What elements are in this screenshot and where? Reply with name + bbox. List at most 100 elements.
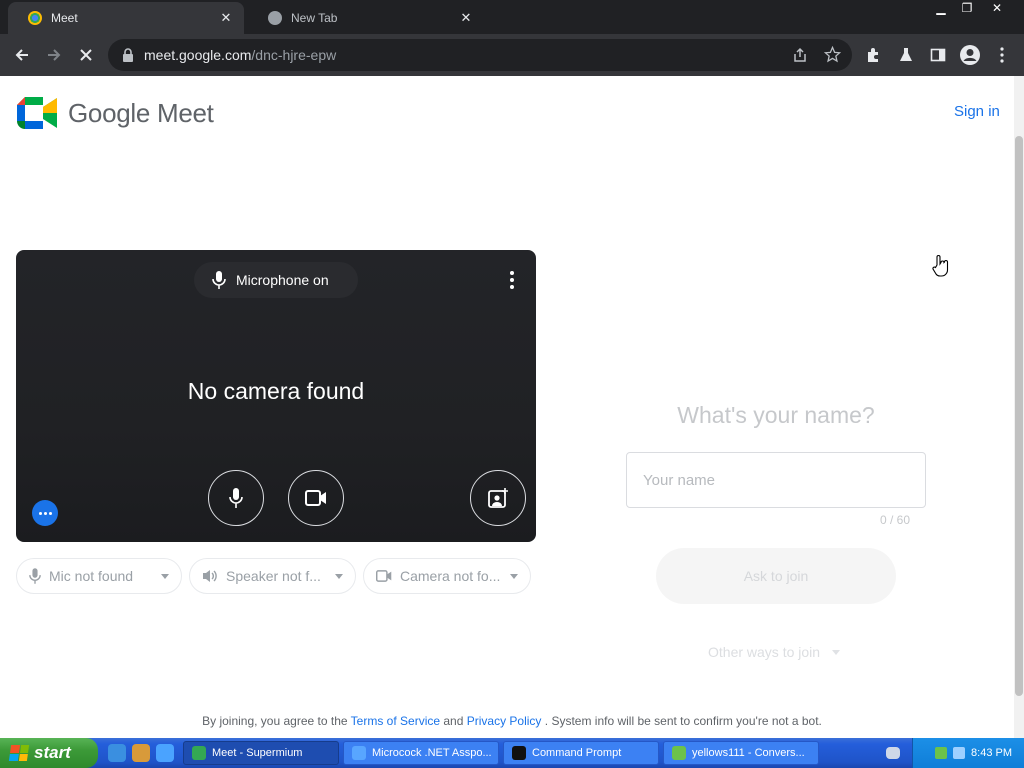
puzzle-icon xyxy=(868,48,878,62)
portrait-sparkle-icon xyxy=(488,488,508,508)
screen: Meet ✕ New Tab ✕ ▁ ❐ ✕ meet.google.com/d… xyxy=(0,0,1024,768)
labs-button[interactable] xyxy=(892,41,920,69)
chevron-down-icon xyxy=(161,574,169,579)
browser-quicklaunch-icon[interactable] xyxy=(156,744,174,762)
taskbar-item-command-prompt[interactable]: Command Prompt xyxy=(503,741,659,765)
messenger-icon xyxy=(672,746,686,760)
microphone-status-label: Microphone on xyxy=(236,272,329,288)
taskbar-item-label: Meet - Supermium xyxy=(212,747,303,759)
stop-button[interactable] xyxy=(72,41,100,69)
restore-icon[interactable]: ❐ xyxy=(954,0,980,18)
brand-name: Google Meet xyxy=(68,98,214,128)
camera-toggle-button[interactable] xyxy=(288,470,344,526)
url-path: /dnc-hjre-epw xyxy=(251,47,337,63)
meet-page: Google Meet Sign in Microphone on No cam… xyxy=(0,76,1024,738)
url-text: meet.google.com/dnc-hjre-epw xyxy=(144,47,336,63)
network-icon[interactable] xyxy=(935,747,948,759)
extensions-button[interactable] xyxy=(860,41,888,69)
ask-to-join-button[interactable]: Ask to join xyxy=(656,548,896,604)
start-button[interactable]: start xyxy=(0,738,98,768)
scrollbar-thumb[interactable] xyxy=(1015,136,1023,696)
microphone-toggle-button[interactable] xyxy=(208,470,264,526)
tab-meet[interactable]: Meet ✕ xyxy=(8,2,244,34)
browser-toolbar: meet.google.com/dnc-hjre-epw xyxy=(0,34,1024,76)
address-bar[interactable]: meet.google.com/dnc-hjre-epw xyxy=(108,39,852,71)
media-player-icon[interactable] xyxy=(132,744,150,762)
background-effects-button[interactable] xyxy=(470,470,526,526)
bookmark-star-icon[interactable] xyxy=(824,46,841,63)
avatar-icon xyxy=(960,45,980,65)
other-ways-label: Other ways to join xyxy=(708,644,821,660)
share-icon[interactable] xyxy=(792,47,808,63)
google-meet-logo-icon xyxy=(17,97,57,129)
taskbar-item-conversation[interactable]: yellows111 - Convers... xyxy=(663,741,819,765)
side-panel-button[interactable] xyxy=(924,41,952,69)
video-camera-icon xyxy=(305,490,326,506)
mic-device-label: Mic not found xyxy=(49,568,134,584)
globe-icon xyxy=(268,11,282,25)
page-scrollbar[interactable] xyxy=(1014,76,1024,738)
back-button[interactable] xyxy=(8,41,36,69)
flask-icon xyxy=(900,48,912,61)
terms-footer: By joining, you agree to the Terms of Se… xyxy=(0,714,1024,728)
back-arrow-icon xyxy=(15,49,28,61)
no-camera-message: No camera found xyxy=(187,378,365,404)
taskbar-item-label: yellows111 - Convers... xyxy=(692,747,805,759)
camera-device-select[interactable]: Camera not fo... xyxy=(363,558,531,594)
stop-loading-icon xyxy=(80,49,92,61)
close-tab-icon[interactable]: ✕ xyxy=(218,10,234,26)
side-panel-icon xyxy=(930,48,946,62)
internet-explorer-icon[interactable] xyxy=(108,744,126,762)
browser-menu-button[interactable] xyxy=(988,41,1016,69)
speaker-icon xyxy=(203,570,217,582)
hand-cursor-icon xyxy=(932,255,949,277)
close-window-icon[interactable]: ✕ xyxy=(984,0,1010,18)
system-tray: 8:43 PM xyxy=(912,738,1024,768)
camera-device-label: Camera not fo... xyxy=(400,568,501,584)
tab-title: New Tab xyxy=(291,11,338,25)
start-label: start xyxy=(34,743,71,762)
forward-button[interactable] xyxy=(40,41,68,69)
microphone-status-pill: Microphone on xyxy=(194,262,358,298)
windows-flag-icon xyxy=(8,745,30,761)
footer-suffix: . System info will be sent to confirm yo… xyxy=(544,714,822,728)
lock-icon xyxy=(123,48,133,62)
taskbar-item-dotnet[interactable]: Microcock .NET Asspo... xyxy=(343,741,499,765)
volume-icon[interactable] xyxy=(953,747,966,759)
browser-tab-strip: Meet ✕ New Tab ✕ ▁ ❐ ✕ xyxy=(0,0,1024,34)
chevron-down-icon xyxy=(335,574,343,579)
url-host: meet.google.com xyxy=(144,47,252,63)
command-prompt-icon xyxy=(512,746,526,760)
name-prompt-heading: What's your name? xyxy=(677,402,875,428)
tab-title: Meet xyxy=(51,11,78,25)
forward-arrow-icon xyxy=(48,49,61,61)
footer-and: and xyxy=(443,714,464,728)
other-ways-to-join[interactable]: Other ways to join xyxy=(708,644,841,660)
ie-icon xyxy=(352,746,366,760)
privacy-policy-link[interactable]: Privacy Policy xyxy=(467,714,542,728)
terms-of-service-link[interactable]: Terms of Service xyxy=(351,714,440,728)
visual-effects-icon[interactable] xyxy=(32,500,58,526)
keyboard-icon[interactable] xyxy=(886,747,900,759)
profile-button[interactable] xyxy=(956,41,984,69)
supermium-icon xyxy=(192,746,206,760)
video-camera-icon xyxy=(376,570,392,582)
footer-prefix: By joining, you agree to the xyxy=(202,714,348,728)
taskbar-item-label: Command Prompt xyxy=(532,747,622,759)
os-taskbar: start Meet - Supermium Microcock .NET As… xyxy=(0,738,1024,768)
kebab-menu-icon xyxy=(1000,47,1004,63)
meet-favicon-icon xyxy=(28,11,42,25)
speaker-device-label: Speaker not f... xyxy=(226,568,321,584)
minimize-icon[interactable]: ▁ xyxy=(928,0,954,18)
video-preview: Microphone on No camera found xyxy=(16,250,536,542)
close-tab-icon[interactable]: ✕ xyxy=(458,10,474,26)
chevron-down-icon xyxy=(832,649,841,655)
tab-new-tab[interactable]: New Tab ✕ xyxy=(248,2,484,34)
mic-device-select[interactable]: Mic not found xyxy=(16,558,182,594)
taskbar-item-meet[interactable]: Meet - Supermium xyxy=(183,741,339,765)
sign-in-link[interactable]: Sign in xyxy=(954,103,1000,120)
speaker-device-select[interactable]: Speaker not f... xyxy=(189,558,356,594)
more-options-icon[interactable] xyxy=(502,268,522,292)
name-input[interactable] xyxy=(626,452,926,508)
microphone-icon xyxy=(29,568,41,584)
